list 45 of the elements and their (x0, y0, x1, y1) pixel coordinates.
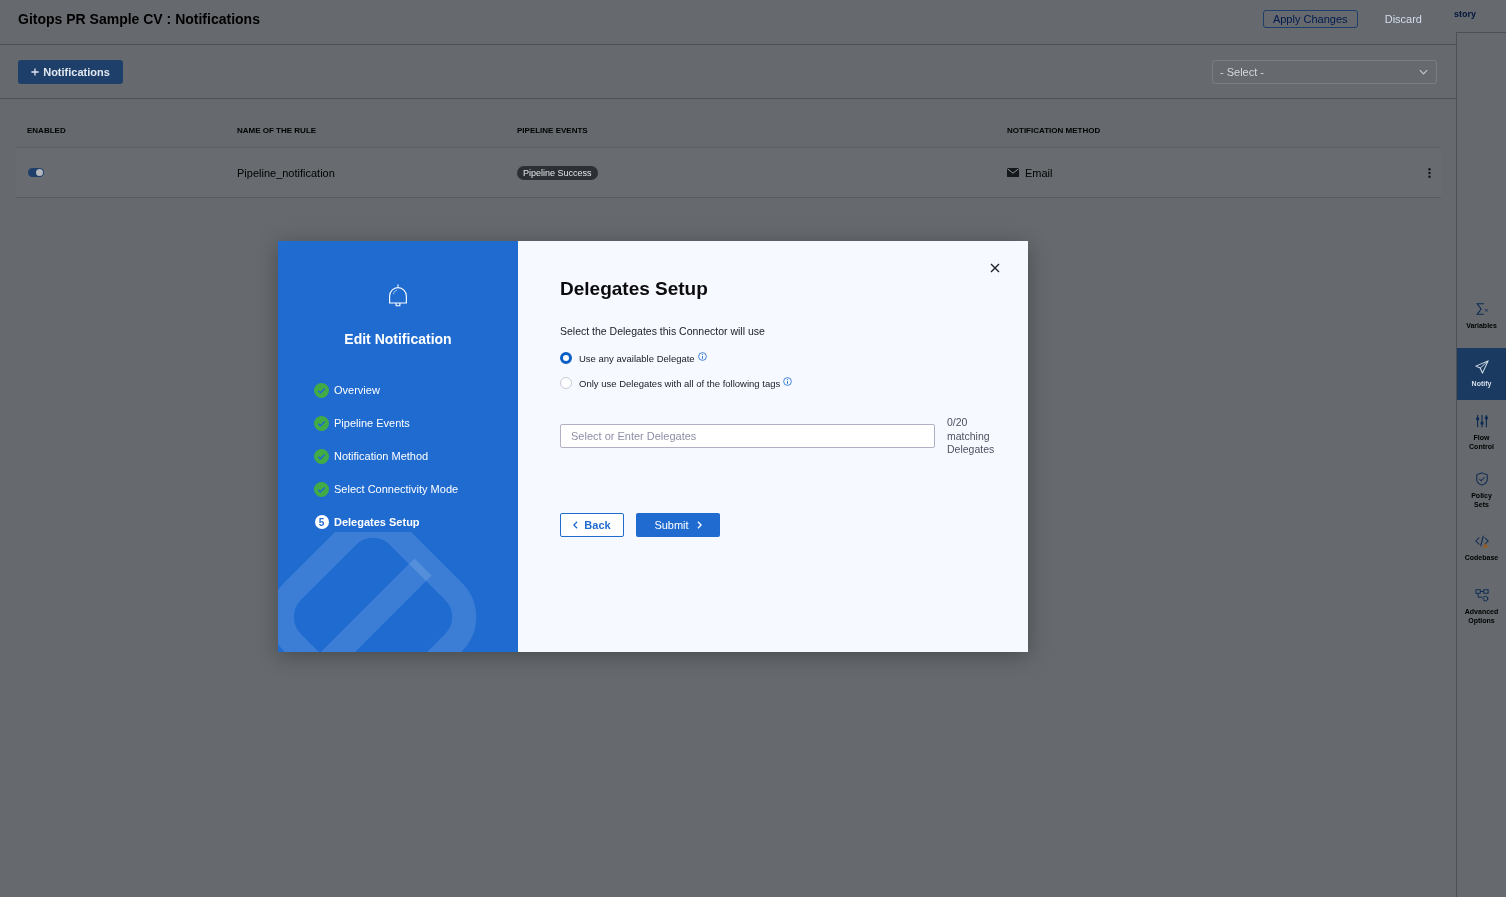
page-title: Gitops PR Sample CV : Notifications (18, 11, 261, 27)
add-notification-button[interactable]: Notifications (18, 59, 123, 84)
radio-button[interactable] (560, 352, 572, 364)
wizard-title: Edit Notification (344, 331, 452, 347)
wizard-step[interactable]: Notification Method (334, 450, 429, 462)
info-icon (697, 352, 707, 361)
submit-button[interactable]: Submit (636, 512, 720, 537)
sigma-icon (1474, 302, 1489, 316)
envelope-icon (1007, 168, 1019, 177)
toggle-switch[interactable] (28, 168, 44, 177)
column-header: ENABLED (27, 126, 67, 135)
discard-button[interactable]: Discard (1384, 13, 1422, 25)
column-header: NAME OF THE RULE (237, 126, 318, 135)
chevron-down-icon (1419, 68, 1428, 75)
paper-plane-icon (1474, 360, 1489, 374)
apply-changes-button[interactable]: Apply Changes (1262, 10, 1358, 28)
close-icon[interactable] (990, 263, 1000, 273)
back-button[interactable]: Back (560, 512, 624, 537)
column-header: NOTIFICATION METHOD (1007, 126, 1102, 135)
column-header: PIPELINE EVENTS (517, 126, 589, 135)
event-tag: Pipeline Success (517, 165, 598, 180)
table-cell: Email (1025, 166, 1053, 179)
history-tab[interactable]: story (1454, 9, 1476, 20)
more-options-icon[interactable] (1427, 166, 1431, 179)
delegates-input-field[interactable]: Select or Enter Delegates (560, 424, 935, 449)
matching-count-text: 0/20 matching Delegates (947, 416, 996, 457)
shield-check-icon (1474, 471, 1489, 486)
wizard-step[interactable]: Overview (334, 384, 380, 396)
code-brackets-icon (1474, 534, 1489, 548)
plus-icon (31, 67, 40, 76)
dialog-subtitle: Select the Delegates this Connector will use (560, 325, 766, 337)
wizard-step[interactable]: Delegates Setup (334, 516, 420, 528)
chevron-right-icon (696, 520, 702, 529)
wizard-step[interactable]: Select Connectivity Mode (334, 483, 459, 495)
step-number: 5 (314, 515, 329, 529)
wizard-step[interactable]: Pipeline Events (334, 417, 410, 429)
chevron-left-icon (573, 520, 579, 529)
info-icon (783, 377, 793, 386)
radio-label[interactable]: Use any available Delegate (579, 352, 695, 364)
radio-label[interactable]: Only use Delegates with all of the following tags (579, 377, 781, 389)
dialog-title: Delegates Setup (560, 277, 709, 300)
sliders-icon (1474, 413, 1489, 428)
linked-boxes-gear-icon (1474, 587, 1489, 602)
table-cell-text: Pipeline_notification (237, 166, 336, 179)
select-dropdown[interactable]: - Select - (1212, 59, 1437, 84)
